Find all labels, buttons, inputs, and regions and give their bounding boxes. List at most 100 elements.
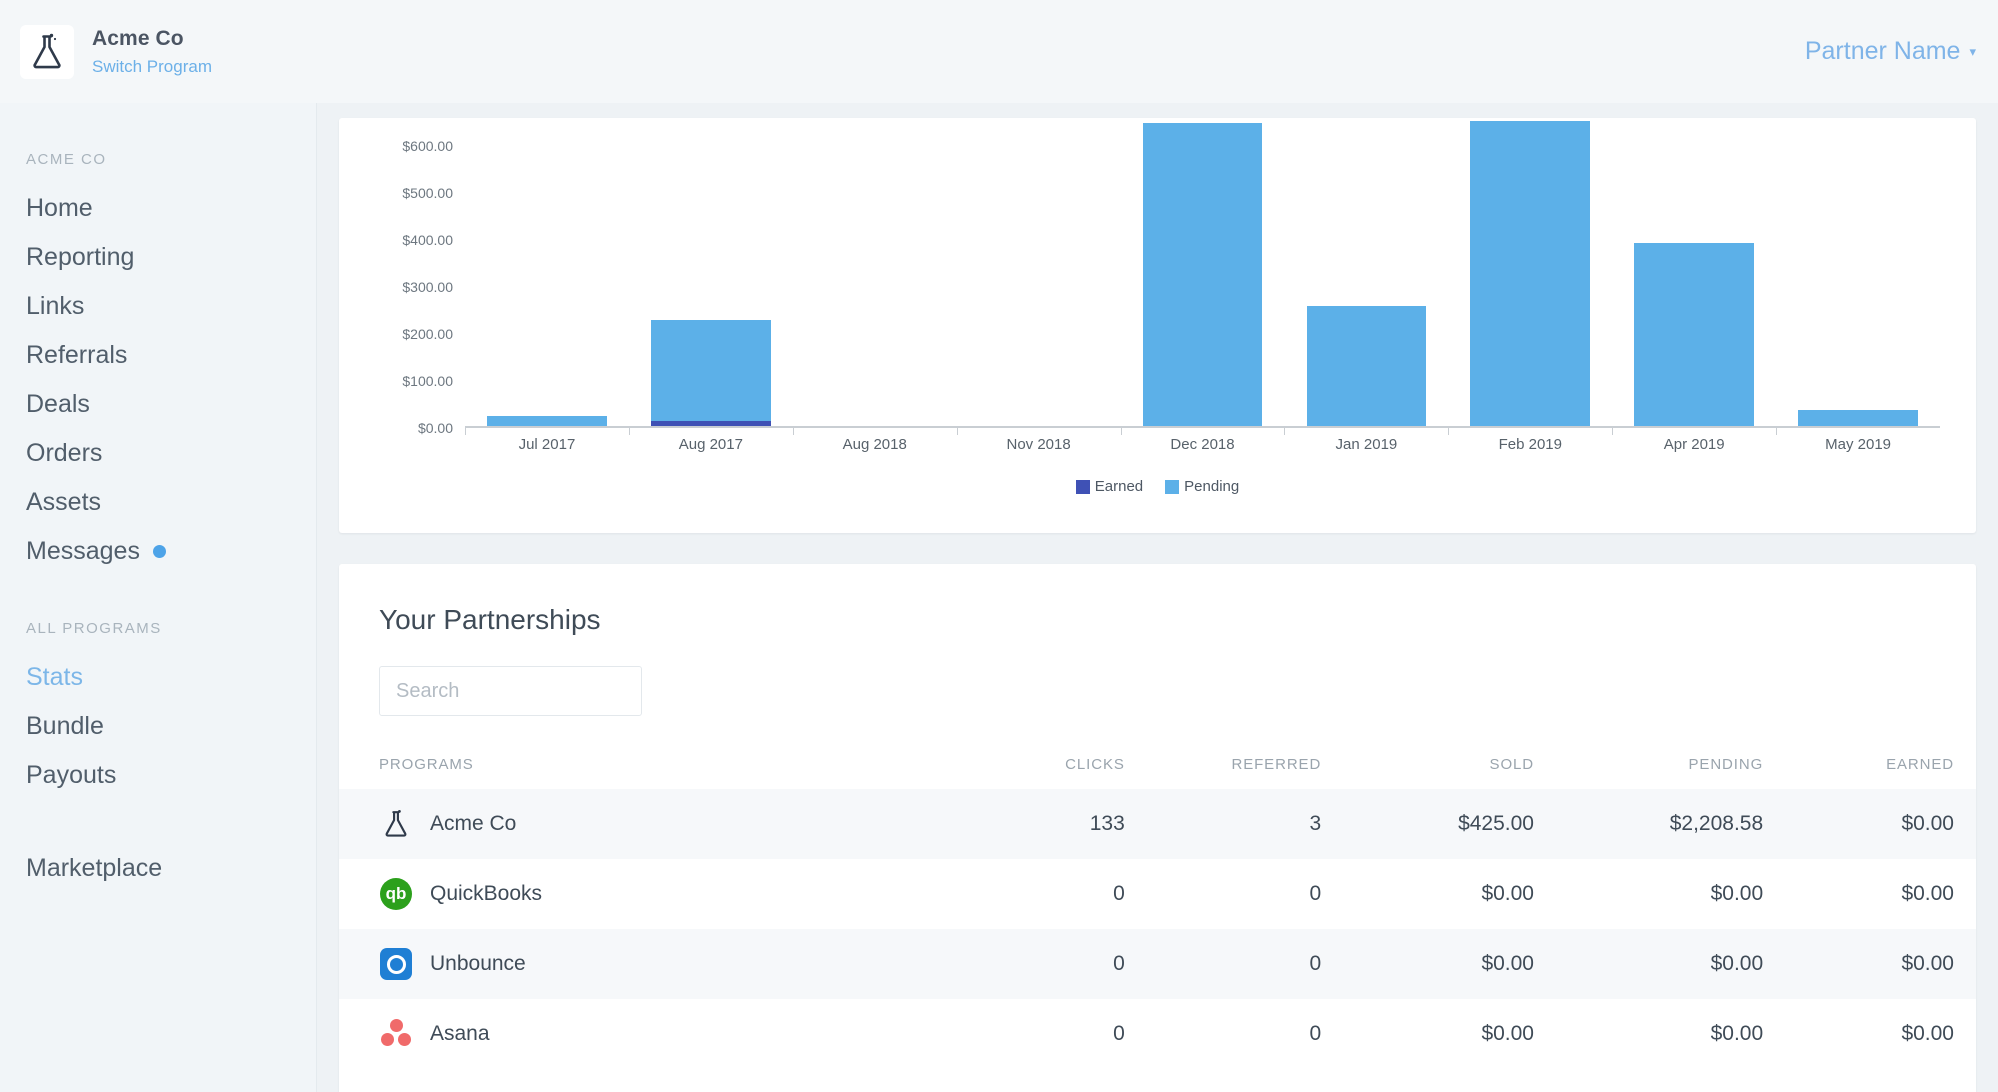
chart-x-axis: Jul 2017 Aug 2017 Aug 2018 Nov 2018 Dec 2018… <box>465 436 1940 453</box>
table-column-header[interactable]: REFERRED <box>1125 756 1321 789</box>
top-bar: Acme Co Switch Program Partner Name ▾ <box>0 0 1998 103</box>
x-axis-tick-label: May 2019 <box>1825 436 1891 453</box>
sidebar-item-home[interactable]: Home <box>0 184 316 233</box>
table-column-header[interactable]: PENDING <box>1534 756 1763 789</box>
cell-earned: $0.00 <box>1901 882 1954 905</box>
partner-name-label: Partner Name <box>1804 37 1961 65</box>
cell-pending: $2,208.58 <box>1534 789 1764 859</box>
table-column-header[interactable]: CLICKS <box>928 756 1124 789</box>
table-column-header[interactable]: PROGRAMS <box>339 756 928 789</box>
x-axis-tick-label: Aug 2018 <box>842 436 907 453</box>
main-content: $0.00 $100.00 $200.00 $300.00 $400.00 $500.00… <box>317 103 1998 1092</box>
brand-block[interactable]: Acme Co Switch Program <box>0 24 212 79</box>
legend-item-earned[interactable]: Earned <box>1075 478 1143 495</box>
table-row[interactable]: qb QuickBooks 0 0 $0.00 $0.00 $0.00 <box>339 859 1976 929</box>
cell-pending: $0.00 <box>1534 929 1764 999</box>
sidebar-item-label: Deals <box>26 390 90 418</box>
x-axis-tick <box>628 426 630 435</box>
x-axis-tick <box>1612 426 1614 435</box>
cell-clicks: 0 <box>928 929 1125 999</box>
program-cell: Unbounce <box>339 929 929 999</box>
cell-clicks: 0 <box>1113 882 1125 905</box>
sidebar-item-marketplace[interactable]: Marketplace <box>0 844 316 893</box>
cell-earned: $0.00 <box>1901 1022 1954 1045</box>
bar-chart: $0.00 $100.00 $200.00 $300.00 $400.00 $500.00… <box>339 118 1976 495</box>
cell-sold: $0.00 <box>1481 882 1534 905</box>
bar-segment-pending <box>1634 242 1754 426</box>
sidebar-item-referrals[interactable]: Referrals <box>0 331 316 380</box>
cell-referred: 0 <box>1309 882 1322 905</box>
bar-segment-pending <box>1306 306 1427 426</box>
flask-icon <box>379 807 413 841</box>
chart-bar-group[interactable] <box>956 118 1121 435</box>
chart-bar-group[interactable] <box>465 118 629 435</box>
program-cell-inner: Asana <box>379 1017 928 1051</box>
unbounce-icon <box>379 947 413 981</box>
program-cell-inner: Acme Co <box>379 807 928 841</box>
sidebar-item-label: Orders <box>26 439 103 467</box>
bar-segment-pending <box>651 320 771 422</box>
chart-bar-group[interactable] <box>1776 118 1940 435</box>
y-axis-tick-label: $500.00 <box>402 185 453 202</box>
search-input[interactable] <box>379 666 642 716</box>
sidebar-item-label: Marketplace <box>26 854 163 882</box>
cell-pending: $0.00 <box>1710 1022 1764 1045</box>
y-axis-tick-label: $300.00 <box>402 279 453 296</box>
partner-menu[interactable]: Partner Name ▾ <box>1805 37 1998 66</box>
bar-segment-earned <box>651 421 771 426</box>
sidebar-item-orders[interactable]: Orders <box>0 429 316 478</box>
sidebar-item-assets[interactable]: Assets <box>0 478 316 527</box>
app-root: Acme Co Switch Program Partner Name ▾ AC… <box>0 0 1998 1092</box>
chart-bar-group[interactable] <box>1120 118 1285 435</box>
sidebar-item-label: Home <box>26 194 93 222</box>
partnerships-table: PROGRAMS CLICKS REFERRED SOLD PENDING EARNED … <box>339 756 1976 1069</box>
x-axis-tick <box>792 426 794 435</box>
sidebar-item-stats[interactable]: Stats <box>0 653 316 702</box>
table-column-header[interactable]: EARNED <box>1763 756 1976 789</box>
sidebar-item-links[interactable]: Links <box>0 282 316 331</box>
chevron-down-icon: ▾ <box>1969 43 1976 59</box>
sidebar-item-reporting[interactable]: Reporting <box>0 233 316 282</box>
cell-clicks: 0 <box>1113 1022 1125 1045</box>
bar-segment-pending <box>1470 120 1591 426</box>
table-row[interactable]: Unbounce 0 0 $0.00 $0.00 $0.00 <box>339 929 1976 999</box>
table-row[interactable]: Acme Co 133 3 $425.00 $2,208.58 $0.00 <box>339 789 1976 859</box>
y-axis-tick-label: $100.00 <box>402 373 453 390</box>
y-axis-tick-label: $400.00 <box>402 232 453 249</box>
chart-bar-stack <box>651 320 771 426</box>
x-axis-tick-label: Dec 2018 <box>1170 436 1235 453</box>
search-wrapper <box>339 636 1976 716</box>
x-axis-tick <box>1120 426 1122 435</box>
earnings-chart-card: $0.00 $100.00 $200.00 $300.00 $400.00 $500.00… <box>339 118 1976 533</box>
sidebar-item-messages[interactable]: Messages <box>0 527 316 576</box>
legend-swatch-icon <box>1165 479 1180 494</box>
x-axis-tick-label: Aug 2017 <box>678 436 743 453</box>
chart-bar-group[interactable] <box>1448 118 1612 435</box>
brand-title: Acme Co <box>92 27 184 51</box>
legend-item-pending[interactable]: Pending <box>1165 478 1239 495</box>
chart-bar-group[interactable] <box>1284 118 1448 435</box>
chart-bar-group[interactable] <box>792 118 957 435</box>
y-axis-tick-label: $0.00 <box>417 420 453 436</box>
sidebar-item-bundle[interactable]: Bundle <box>0 702 316 751</box>
sidebar-item-deals[interactable]: Deals <box>0 380 316 429</box>
chart-bar-group[interactable] <box>1612 118 1776 435</box>
chart-bar-group[interactable] <box>628 118 793 435</box>
program-cell-inner: Unbounce <box>379 947 928 981</box>
chart-bar-stack <box>487 415 607 426</box>
asana-icon <box>379 1017 413 1051</box>
sidebar-program-nav: Home Reporting Links Referrals Deals Orders As… <box>0 184 316 576</box>
switch-program-link[interactable]: Switch Program <box>92 56 212 77</box>
program-cell-inner: qb QuickBooks <box>379 877 928 911</box>
program-name: Asana <box>430 1022 490 1045</box>
sidebar-item-payouts[interactable]: Payouts <box>0 751 316 800</box>
bar-segment-pending <box>487 415 607 426</box>
bar-segment-pending <box>1142 123 1263 426</box>
legend-swatch-icon <box>1075 479 1090 494</box>
program-name: QuickBooks <box>430 882 543 905</box>
sidebar-item-label: Bundle <box>26 712 104 740</box>
cell-clicks: 133 <box>928 789 1125 859</box>
table-row[interactable]: Asana 0 0 $0.00 $0.00 $0.00 <box>339 999 1976 1069</box>
table-column-header[interactable]: SOLD <box>1321 756 1534 789</box>
